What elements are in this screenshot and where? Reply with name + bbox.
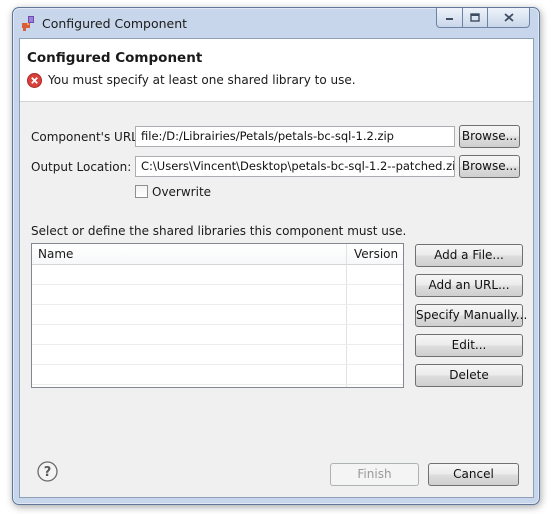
minimize-icon xyxy=(446,18,453,20)
window-title: Configured Component xyxy=(42,16,188,31)
error-icon xyxy=(27,73,42,88)
output-location-browse-button[interactable]: Browse... xyxy=(459,155,520,178)
table-row[interactable] xyxy=(32,325,403,345)
app-icon xyxy=(22,16,34,31)
edit-button[interactable]: Edit... xyxy=(415,334,523,357)
output-location-label: Output Location: xyxy=(31,160,132,174)
component-url-browse-button[interactable]: Browse... xyxy=(459,125,520,148)
svg-text:?: ? xyxy=(44,465,52,480)
help-icon[interactable]: ? xyxy=(37,461,58,482)
overwrite-checkbox[interactable] xyxy=(135,185,148,198)
table-row[interactable] xyxy=(32,305,403,325)
column-header-name[interactable]: Name xyxy=(38,244,73,264)
maximize-button[interactable] xyxy=(463,8,488,28)
dialog-window: Configured Component Configured Componen… xyxy=(12,7,540,505)
output-location-field[interactable]: C:\Users\Vincent\Desktop\petals-bc-sql-1… xyxy=(135,156,455,177)
add-url-button[interactable]: Add an URL... xyxy=(415,274,523,297)
close-icon xyxy=(503,13,514,22)
overwrite-label[interactable]: Overwrite xyxy=(152,185,211,199)
table-row[interactable] xyxy=(32,285,403,305)
wizard-header: Configured Component You must specify at… xyxy=(20,39,533,102)
minimize-button[interactable] xyxy=(436,8,463,28)
add-file-button[interactable]: Add a File... xyxy=(415,244,523,267)
finish-button[interactable]: Finish xyxy=(330,463,419,486)
maximize-icon xyxy=(470,13,480,22)
table-header: Name Version xyxy=(32,244,403,265)
table-row[interactable] xyxy=(32,365,403,385)
page-title: Configured Component xyxy=(27,50,203,66)
component-url-label: Component's URL: xyxy=(31,130,142,144)
specify-manually-button[interactable]: Specify Manually... xyxy=(415,304,527,327)
column-header-version[interactable]: Version xyxy=(354,244,398,264)
libraries-table[interactable]: Name Version xyxy=(31,243,404,388)
table-row[interactable] xyxy=(32,265,403,285)
title-bar[interactable]: Configured Component xyxy=(13,8,539,38)
delete-button[interactable]: Delete xyxy=(415,364,523,387)
dialog-content: Configured Component You must specify at… xyxy=(19,38,534,498)
table-row[interactable] xyxy=(32,345,403,365)
libraries-instruction: Select or define the shared libraries th… xyxy=(31,224,407,238)
error-message: You must specify at least one shared lib… xyxy=(48,73,356,87)
component-url-field[interactable]: file:/D:/Librairies/Petals/petals-bc-sql… xyxy=(135,126,455,147)
cancel-button[interactable]: Cancel xyxy=(428,463,519,486)
close-button[interactable] xyxy=(488,8,530,28)
